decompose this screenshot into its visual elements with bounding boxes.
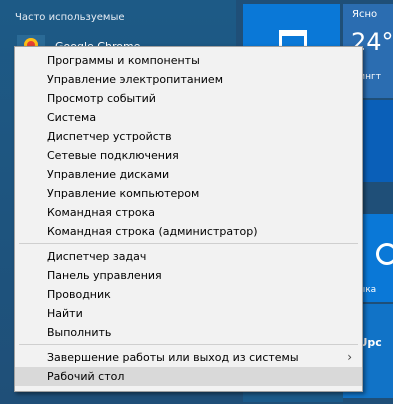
frequent-apps-header: Часто используемые (15, 12, 125, 23)
menu-item-network-connections[interactable]: Сетевые подключения (15, 146, 362, 165)
menu-item-control-panel[interactable]: Панель управления (15, 266, 362, 285)
menu-item-run[interactable]: Выполнить (15, 323, 362, 342)
menu-item-file-explorer[interactable]: Проводник (15, 285, 362, 304)
menu-item-shutdown[interactable]: Завершение работы или выход из системы › (15, 348, 362, 367)
menu-item-programs-features[interactable]: Программы и компоненты (15, 51, 362, 70)
menu-item-command-prompt[interactable]: Командная строка (15, 203, 362, 222)
menu-item-search[interactable]: Найти (15, 304, 362, 323)
context-menu-list: Программы и компоненты Управление электр… (15, 51, 362, 386)
menu-item-event-viewer[interactable]: Просмотр событий (15, 89, 362, 108)
menu-separator (19, 243, 358, 244)
menu-item-command-prompt-admin[interactable]: Командная строка (администратор) (15, 222, 362, 241)
menu-item-disk-management[interactable]: Управление дисками (15, 165, 362, 184)
chevron-right-icon: › (347, 350, 352, 364)
weather-condition: Ясно (352, 9, 378, 20)
context-menu: Программы и компоненты Управление электр… (14, 46, 363, 392)
menu-item-shutdown-label: Завершение работы или выход из системы (47, 351, 299, 364)
menu-item-device-manager[interactable]: Диспетчер устройств (15, 127, 362, 146)
menu-item-system[interactable]: Система (15, 108, 362, 127)
menu-separator (19, 344, 358, 345)
music-icon (376, 243, 393, 265)
menu-item-desktop[interactable]: Рабочий стол (15, 367, 362, 386)
menu-item-computer-management[interactable]: Управление компьютером (15, 184, 362, 203)
menu-item-power-options[interactable]: Управление электропитанием (15, 70, 362, 89)
menu-item-task-manager[interactable]: Диспетчер задач (15, 247, 362, 266)
